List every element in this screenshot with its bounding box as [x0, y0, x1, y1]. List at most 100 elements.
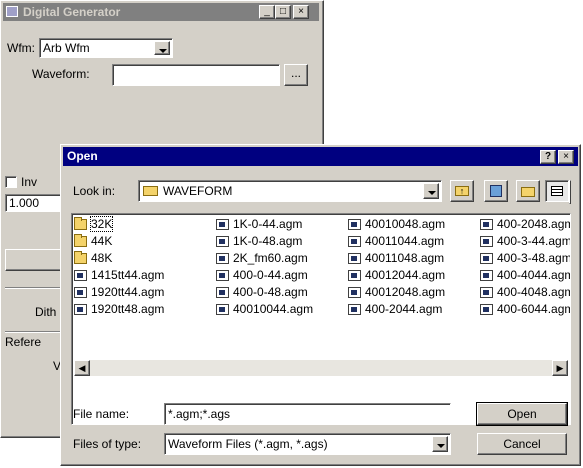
waveform-label: Waveform:	[32, 67, 90, 81]
list-view-icon	[551, 186, 563, 196]
list-item[interactable]: 400-4048.agm	[480, 284, 570, 300]
file-icon	[348, 253, 361, 264]
file-name-input[interactable]: *.agm;*.ags	[164, 403, 451, 425]
cancel-button[interactable]: Cancel	[477, 433, 567, 455]
list-item[interactable]: 1920tt44.agm	[74, 284, 212, 300]
details-view-button[interactable]	[569, 180, 571, 204]
file-icon	[348, 304, 361, 315]
file-icon	[480, 236, 493, 247]
list-item-label: 2K_fm60.agm	[233, 251, 308, 265]
dither-label: Dith	[35, 305, 57, 319]
help-button[interactable]: ?	[540, 150, 556, 164]
list-item[interactable]: 400-2044.agm	[348, 301, 476, 317]
file-icon	[480, 304, 493, 315]
list-item[interactable]: 40012044.agm	[348, 267, 476, 283]
list-item[interactable]: 400-3-44.agm	[480, 233, 570, 249]
file-icon	[216, 270, 229, 281]
list-item-label: 40012044.agm	[365, 268, 446, 282]
scroll-right-button[interactable]: ▶	[552, 360, 568, 376]
list-item-label: 400-3-44.agm	[497, 234, 570, 248]
unlabeled-button[interactable]	[5, 249, 67, 271]
file-list-items: 32K 44K 48K 1415tt44.agm 1920tt44.agm 1920tt4…	[74, 216, 570, 317]
list-item[interactable]: 400-6044.agm	[480, 301, 570, 317]
list-item[interactable]: 32K	[74, 216, 212, 232]
open-button[interactable]: Open	[476, 402, 568, 426]
file-icon	[74, 270, 87, 281]
list-item[interactable]: 40010044.agm	[216, 301, 344, 317]
look-in-select[interactable]: WAVEFORM	[138, 180, 442, 202]
file-icon	[216, 236, 229, 247]
list-item[interactable]: 400-0-44.agm	[216, 267, 344, 283]
files-of-type-select[interactable]: Waveform Files (*.agm, *.ags)	[164, 433, 451, 455]
value-field[interactable]: 1.000	[5, 194, 65, 212]
file-name-value: *.agm;*.ags	[168, 407, 231, 421]
horizontal-scrollbar[interactable]: ◀ ▶	[74, 360, 568, 376]
browse-button[interactable]: ...	[284, 64, 308, 86]
list-item[interactable]: 40011044.agm	[348, 233, 476, 249]
chevron-down-icon[interactable]	[423, 183, 439, 199]
chevron-down-icon[interactable]	[154, 41, 170, 55]
file-icon	[348, 287, 361, 298]
divider	[5, 331, 67, 333]
file-icon	[74, 304, 87, 315]
dialog-title-bar[interactable]: Open ? ×	[63, 147, 578, 166]
new-folder-button[interactable]	[516, 180, 540, 202]
list-item[interactable]: 40012048.agm	[348, 284, 476, 300]
folder-open-icon	[143, 186, 158, 196]
list-item-label: 40010048.agm	[365, 217, 446, 231]
list-item[interactable]: 2K_fm60.agm	[216, 250, 344, 266]
list-item[interactable]: 48K	[74, 250, 212, 266]
list-item-label: 400-2048.agm	[497, 217, 570, 231]
list-item[interactable]: 1415tt44.agm	[74, 267, 212, 283]
minimize-button[interactable]: _	[259, 5, 275, 19]
list-item-label: 400-0-48.agm	[233, 285, 308, 299]
list-item-label: 400-0-44.agm	[233, 268, 308, 282]
file-icon	[216, 287, 229, 298]
waveform-input[interactable]	[112, 64, 280, 86]
look-in-label: Look in:	[73, 184, 116, 198]
up-folder-button[interactable]: ↑	[450, 180, 474, 202]
list-item[interactable]: 40010048.agm	[348, 216, 476, 232]
new-folder-icon	[521, 187, 535, 197]
list-item[interactable]: 400-0-48.agm	[216, 284, 344, 300]
desktop-icon	[490, 185, 502, 197]
file-icon	[480, 270, 493, 281]
list-item[interactable]: 400-2048.agm	[480, 216, 570, 232]
file-list[interactable]: 32K 44K 48K 1415tt44.agm 1920tt44.agm 1920tt4…	[71, 213, 571, 425]
chevron-down-icon[interactable]	[432, 436, 448, 452]
file-icon	[74, 287, 87, 298]
folder-icon	[74, 234, 87, 247]
value-field-text: 1.000	[9, 196, 40, 210]
list-item[interactable]: 1920tt48.agm	[74, 301, 212, 317]
maximize-button[interactable]: □	[275, 5, 291, 19]
list-item[interactable]: 400-3-48.agm	[480, 250, 570, 266]
desktop-button[interactable]	[484, 180, 508, 202]
list-item[interactable]: 1K-0-48.agm	[216, 233, 344, 249]
list-item[interactable]: 44K	[74, 233, 212, 249]
folder-icon	[74, 251, 87, 264]
list-item-label: 32K	[89, 216, 114, 232]
scroll-left-button[interactable]: ◀	[74, 360, 90, 376]
reference-label: Refere	[5, 335, 42, 349]
dialog-close-button[interactable]: ×	[558, 150, 574, 164]
list-item-label: 1920tt44.agm	[91, 285, 165, 299]
list-item[interactable]: 400-4044.agm	[480, 267, 570, 283]
list-item-label: 1K-0-48.agm	[233, 234, 303, 248]
list-item-label: 44K	[91, 234, 113, 248]
list-item[interactable]: 40011048.agm	[348, 250, 476, 266]
file-icon	[348, 219, 361, 230]
open-dialog: Open ? × Look in: WAVEFORM ↑ 32K 44K 48K 14…	[60, 144, 581, 466]
list-item-label: 40010044.agm	[233, 302, 314, 316]
parent-title-bar[interactable]: Digital Generator _ □ ×	[3, 3, 319, 21]
wfm-select[interactable]: Arb Wfm	[39, 38, 173, 58]
wfm-label: Wfm:	[7, 41, 35, 55]
invert-label: Inv	[21, 175, 38, 189]
list-view-button[interactable]	[545, 180, 569, 202]
list-item-label: 400-4048.agm	[497, 285, 570, 299]
files-of-type-label: Files of type:	[73, 437, 142, 451]
invert-checkbox[interactable]	[5, 176, 17, 188]
files-of-type-value: Waveform Files (*.agm, *.ags)	[168, 437, 328, 451]
close-button[interactable]: ×	[293, 5, 309, 19]
list-item[interactable]: 1K-0-44.agm	[216, 216, 344, 232]
file-icon	[216, 304, 229, 315]
